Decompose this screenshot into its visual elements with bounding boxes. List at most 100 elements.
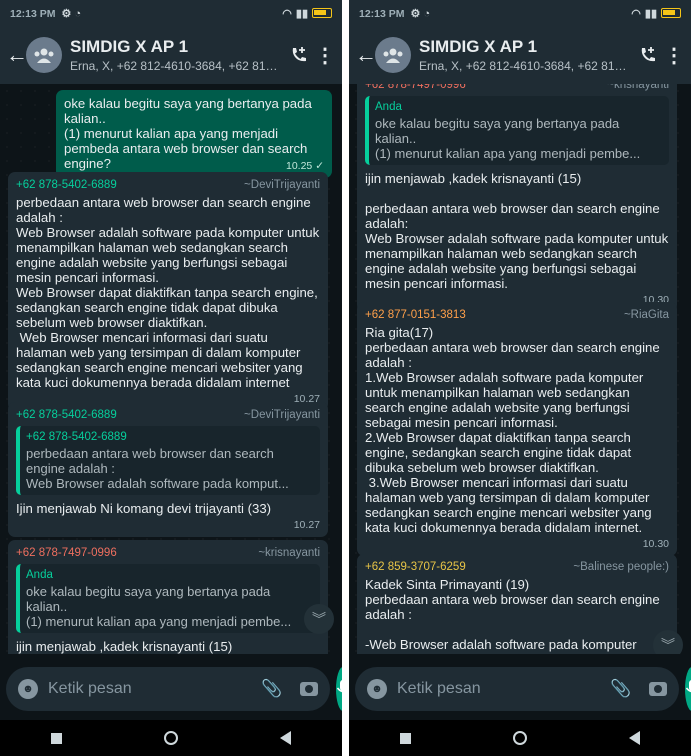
scroll-down-button[interactable]: ︾: [304, 604, 334, 634]
quoted-message[interactable]: Anda oke kalau begitu saya yang bertanya…: [365, 96, 669, 165]
group-title: SIMDIG X AP 1: [70, 37, 189, 56]
left-phone-screen: 12:13 PM ⚙ ◔ ◠ ▮▮ ← SIMDIG X AP 1 Erna, …: [0, 0, 342, 756]
message-input[interactable]: [48, 680, 255, 698]
group-title: SIMDIG X AP 1: [419, 37, 538, 56]
more-options-icon[interactable]: ⋮: [314, 43, 336, 68]
mic-icon: [686, 680, 691, 693]
mic-button[interactable]: [685, 667, 691, 711]
message-text: Kadek Sinta Primayanti (19) perbedaan an…: [365, 577, 660, 654]
system-nav-bar: [0, 720, 342, 756]
status-bar: 12:13 PM ⚙ ◔ ◠ ▮▮: [0, 0, 342, 26]
message-text: perbedaan antara web browser dan search …: [16, 195, 320, 390]
incoming-message[interactable]: +62 877-0151-3813 ~RiaGita Ria gita(17) p…: [357, 302, 677, 556]
add-call-button[interactable]: [284, 45, 314, 65]
add-call-icon: [292, 47, 306, 62]
back-arrow-icon[interactable]: ←: [355, 42, 377, 68]
attach-icon[interactable]: 📎: [261, 679, 282, 699]
group-members: Erna, X, +62 812-4610-3684, +62 815-2...: [419, 59, 633, 73]
quoted-sender: Anda: [26, 569, 53, 581]
group-info[interactable]: SIMDIG X AP 1 Erna, X, +62 812-4610-3684…: [70, 37, 284, 73]
sender-alias: ~krisnayanti: [258, 547, 320, 559]
quoted-sender: Anda: [375, 101, 402, 113]
status-time: 12:13 PM: [10, 8, 56, 20]
sender-alias: ~RiaGita: [623, 309, 669, 321]
quoted-message[interactable]: Anda oke kalau begitu saya yang bertanya…: [16, 564, 320, 633]
quoted-sender: +62 878-5402-6889: [26, 431, 127, 443]
sender-alias: ~DeviTrijayanti: [244, 179, 320, 191]
group-avatar[interactable]: [26, 37, 62, 73]
add-call-button[interactable]: [633, 45, 663, 65]
incoming-message[interactable]: +62 859-3707-6259 ~Balinese people:) Kade…: [357, 554, 677, 654]
message-time: 10.27: [293, 519, 320, 531]
system-nav-bar: [349, 720, 691, 756]
sender-phone[interactable]: +62 859-3707-6259: [365, 560, 466, 575]
recents-icon[interactable]: [51, 732, 62, 744]
double-chevron-down-icon: ︾: [661, 637, 675, 653]
group-avatar[interactable]: [375, 37, 411, 73]
outgoing-message[interactable]: oke kalau begitu saya yang bertanya pada…: [56, 90, 332, 178]
add-call-icon: [641, 47, 655, 62]
attach-icon[interactable]: 📎: [610, 679, 631, 699]
message-input[interactable]: [397, 680, 604, 698]
message-list[interactable]: +62 878-7497-0996 ~krisnayanti Anda oke k…: [349, 84, 691, 654]
sender-phone[interactable]: +62 878-5402-6889: [16, 178, 117, 193]
sender-phone[interactable]: +62 878-5402-6889: [16, 408, 117, 423]
wifi-icon: ◠: [631, 7, 641, 20]
home-icon[interactable]: [513, 731, 527, 745]
message-input-box[interactable]: ☻ 📎: [6, 667, 331, 711]
right-phone-screen: 12:13 PM ⚙ ◔ ◠ ▮▮ ← SIMDIG X AP 1 Erna, …: [349, 0, 691, 756]
recents-icon[interactable]: [400, 732, 411, 744]
quoted-message[interactable]: +62 878-5402-6889 perbedaan antara web b…: [16, 426, 320, 495]
notification-icons: ⚙ ◔: [61, 7, 82, 20]
chat-header: ← SIMDIG X AP 1 Erna, X, +62 812-4610-36…: [0, 26, 342, 84]
message-text: Ria gita(17) perbedaan antara web browse…: [365, 325, 660, 535]
notification-icons: ⚙ ◔: [410, 7, 431, 20]
group-info[interactable]: SIMDIG X AP 1 Erna, X, +62 812-4610-3684…: [419, 37, 633, 73]
message-text: ijin menjawab ,kadek krisnayanti (15) pe…: [16, 639, 233, 654]
sender-alias: ~Balinese people:): [573, 561, 669, 573]
system-icons: ◠ ▮▮: [631, 7, 681, 20]
back-icon[interactable]: [280, 731, 291, 745]
message-text: Ijin menjawab Ni komang devi trijayanti …: [16, 501, 272, 516]
signal-icon: ▮▮: [644, 7, 657, 20]
sender-phone[interactable]: +62 878-7497-0996: [365, 84, 466, 93]
chat-header: ← SIMDIG X AP 1 Erna, X, +62 812-4610-36…: [349, 26, 691, 84]
group-members: Erna, X, +62 812-4610-3684, +62 815-2...: [70, 59, 284, 73]
incoming-message[interactable]: +62 878-7497-0996 ~krisnayanti Anda oke k…: [357, 84, 677, 312]
status-bar: 12:13 PM ⚙ ◔ ◠ ▮▮: [349, 0, 691, 26]
composer-bar: ☻ 📎: [349, 664, 691, 714]
double-chevron-down-icon: ︾: [312, 611, 326, 627]
message-text: ijin menjawab ,kadek krisnayanti (15) pe…: [365, 171, 669, 291]
quoted-text: oke kalau begitu saya yang bertanya pada…: [375, 116, 641, 161]
group-icon: [383, 48, 403, 63]
incoming-message[interactable]: +62 878-7497-0996 ~krisnayanti Anda oke k…: [8, 540, 328, 654]
sender-alias: ~DeviTrijayanti: [244, 409, 320, 421]
battery-icon: [312, 8, 332, 18]
signal-icon: ▮▮: [295, 7, 308, 20]
home-icon[interactable]: [164, 731, 178, 745]
camera-icon[interactable]: [649, 682, 668, 696]
divider: [342, 0, 349, 756]
emoji-icon[interactable]: ☻: [18, 679, 38, 699]
emoji-icon[interactable]: ☻: [367, 679, 387, 699]
composer-bar: ☻ 📎: [0, 664, 342, 714]
more-options-icon[interactable]: ⋮: [663, 43, 685, 68]
incoming-message[interactable]: +62 878-5402-6889 ~DeviTrijayanti +62 878…: [8, 402, 328, 537]
wifi-icon: ◠: [282, 7, 292, 20]
back-icon[interactable]: [629, 731, 640, 745]
message-input-box[interactable]: ☻ 📎: [355, 667, 680, 711]
quoted-text: oke kalau begitu saya yang bertanya pada…: [26, 584, 292, 629]
system-icons: ◠ ▮▮: [282, 7, 332, 20]
sender-phone[interactable]: +62 877-0151-3813: [365, 308, 466, 323]
battery-icon: [661, 8, 681, 18]
incoming-message[interactable]: +62 878-5402-6889 ~DeviTrijayanti perbeda…: [8, 172, 328, 411]
message-time: 10.30: [642, 538, 669, 550]
quoted-text: perbedaan antara web browser dan search …: [26, 446, 289, 491]
message-text: oke kalau begitu saya yang bertanya pada…: [64, 96, 312, 171]
scroll-down-button[interactable]: ︾: [653, 630, 683, 654]
back-arrow-icon[interactable]: ←: [6, 42, 28, 68]
message-list[interactable]: oke kalau begitu saya yang bertanya pada…: [0, 84, 342, 654]
status-time: 12:13 PM: [359, 8, 405, 20]
sender-phone[interactable]: +62 878-7497-0996: [16, 546, 117, 561]
camera-icon[interactable]: [300, 682, 319, 696]
